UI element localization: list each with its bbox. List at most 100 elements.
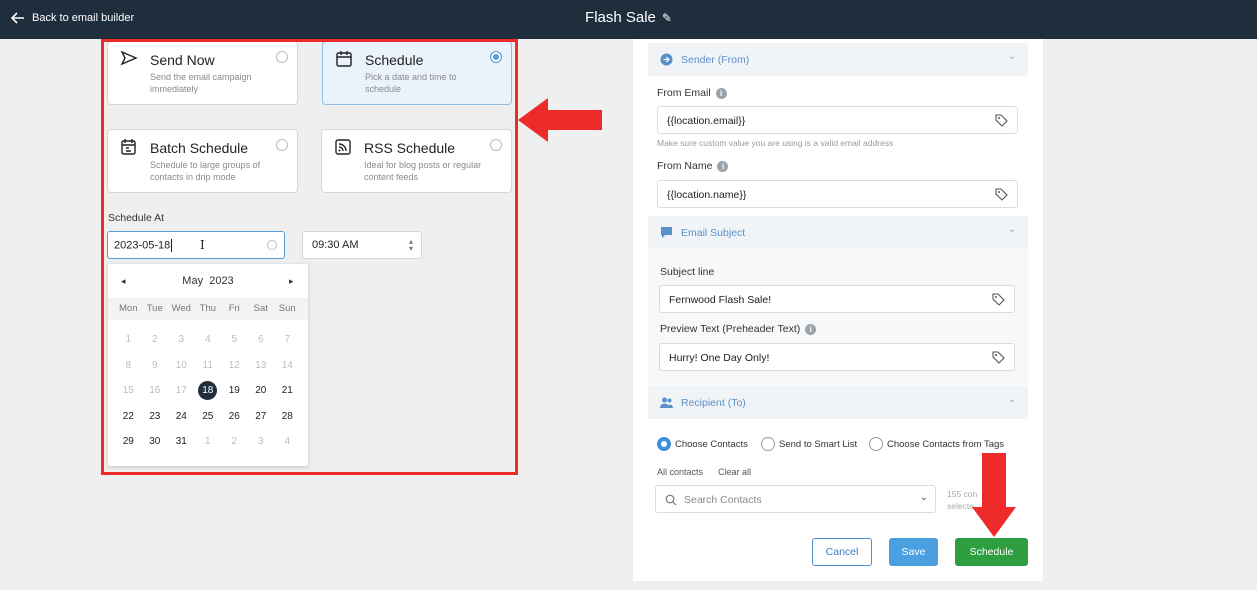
radio-contacts-from-tags[interactable]: Choose Contacts from Tags xyxy=(869,437,1004,451)
tag-icon[interactable] xyxy=(995,114,1008,127)
option-rss-schedule[interactable]: RSS Schedule Ideal for blog posts or reg… xyxy=(321,129,512,193)
radio-selected[interactable] xyxy=(657,437,671,451)
calendar-month[interactable]: May xyxy=(182,275,203,287)
from-name-field[interactable]: {{location.name}} xyxy=(657,180,1018,208)
calendar-day[interactable]: 28 xyxy=(274,407,301,433)
calendar-day[interactable]: 11 xyxy=(195,356,222,382)
calendar-day[interactable]: 26 xyxy=(221,407,248,433)
recipient-section-header[interactable]: Recipient (To) ⌄ xyxy=(648,386,1028,419)
subject-section-header[interactable]: Email Subject ⌄ xyxy=(648,216,1028,249)
calendar-day[interactable]: 1 xyxy=(195,432,222,458)
time-input[interactable]: 09:30 AM ▴ ▾ xyxy=(302,231,422,259)
subject-line-field[interactable]: Fernwood Flash Sale! xyxy=(659,285,1015,313)
from-name-label: From Name i xyxy=(657,160,729,172)
from-email-field[interactable]: {{location.email}} xyxy=(657,106,1018,134)
weekday: Thu xyxy=(199,303,216,314)
all-contacts-link[interactable]: All contacts xyxy=(657,467,703,477)
clear-icon[interactable] xyxy=(267,240,277,250)
calendar-day[interactable]: 30 xyxy=(142,432,169,458)
date-input[interactable]: 2023-05-18 I xyxy=(107,231,285,259)
campaign-name: Flash Sale xyxy=(585,9,656,26)
calendar-day[interactable]: 9 xyxy=(142,356,169,382)
weekday: Wed xyxy=(171,303,191,314)
calendar-day[interactable]: 7 xyxy=(274,330,301,356)
option-radio[interactable] xyxy=(276,139,288,151)
calendar-day[interactable]: 2 xyxy=(221,432,248,458)
from-email-value: {{location.email}} xyxy=(667,115,746,127)
calendar-day[interactable]: 10 xyxy=(168,356,195,382)
option-radio[interactable] xyxy=(276,51,288,63)
calendar-day[interactable]: 15 xyxy=(115,381,142,407)
calendar-day[interactable]: 24 xyxy=(168,407,195,433)
calendar-day[interactable]: 17 xyxy=(168,381,195,407)
calendar-day[interactable]: 16 xyxy=(142,381,169,407)
calendar-day[interactable]: 12 xyxy=(221,356,248,382)
chevron-down-icon[interactable]: ⌄ xyxy=(1008,394,1016,405)
calendar-day[interactable]: 29 xyxy=(115,432,142,458)
calendar-day[interactable]: 5 xyxy=(221,330,248,356)
calendar-day[interactable]: 2 xyxy=(142,330,169,356)
chevron-down-icon[interactable]: ⌄ xyxy=(1008,51,1016,62)
calendar-day[interactable]: 3 xyxy=(168,330,195,356)
calendar-day-selected[interactable]: 18 xyxy=(195,381,222,407)
option-send-now[interactable]: Send Now Send the email campaign immedia… xyxy=(107,41,298,105)
section-title: Recipient (To) xyxy=(681,397,746,409)
chevron-down-icon[interactable]: ⌄ xyxy=(1008,224,1016,235)
search-contacts-select[interactable]: Search Contacts ⌄ xyxy=(655,485,936,513)
search-icon xyxy=(665,494,677,506)
calendar-day[interactable]: 27 xyxy=(248,407,275,433)
tag-icon[interactable] xyxy=(992,351,1005,364)
weekday: Sun xyxy=(278,303,296,314)
schedule-button[interactable]: Schedule xyxy=(955,538,1028,566)
radio-label: Choose Contacts xyxy=(675,438,748,450)
calendar-day[interactable]: 20 xyxy=(248,381,275,407)
subject-line-value: Fernwood Flash Sale! xyxy=(669,294,772,306)
radio-smart-list[interactable]: Send to Smart List xyxy=(761,437,857,451)
calendar-day[interactable]: 23 xyxy=(142,407,169,433)
radio[interactable] xyxy=(869,437,883,451)
calendar-day[interactable]: 4 xyxy=(195,330,222,356)
subject-line-label: Subject line xyxy=(660,266,715,278)
calendar-day[interactable]: 31 xyxy=(168,432,195,458)
pencil-icon[interactable]: ✎ xyxy=(662,11,672,25)
calendar-year[interactable]: 2023 xyxy=(209,275,233,287)
sender-section-header[interactable]: Sender (From) ⌄ xyxy=(648,43,1028,76)
calendar-day[interactable]: 4 xyxy=(274,432,301,458)
tag-icon[interactable] xyxy=(995,188,1008,201)
calendar-day[interactable]: 1 xyxy=(115,330,142,356)
next-month-icon[interactable]: ▸ xyxy=(289,276,294,287)
calendar-day[interactable]: 25 xyxy=(195,407,222,433)
calendar-icon xyxy=(336,51,352,67)
calendar-day[interactable]: 3 xyxy=(248,432,275,458)
cancel-button[interactable]: Cancel xyxy=(812,538,872,566)
option-title: RSS Schedule xyxy=(364,140,456,156)
calendar-day[interactable]: 8 xyxy=(115,356,142,382)
preview-text-field[interactable]: Hurry! One Day Only! xyxy=(659,343,1015,371)
page-title[interactable]: Flash Sale ✎ xyxy=(0,9,1257,26)
weekday: Tue xyxy=(146,303,163,314)
info-icon[interactable]: i xyxy=(805,323,817,335)
calendar-day[interactable]: 21 xyxy=(274,381,301,407)
info-icon[interactable]: i xyxy=(717,160,729,172)
tag-icon[interactable] xyxy=(992,293,1005,306)
radio[interactable] xyxy=(761,437,775,451)
from-name-label-text: From Name xyxy=(657,160,713,172)
save-button[interactable]: Save xyxy=(889,538,938,566)
radio-choose-contacts[interactable]: Choose Contacts xyxy=(657,437,748,451)
calendar-day[interactable]: 6 xyxy=(248,330,275,356)
calendar-day[interactable]: 13 xyxy=(248,356,275,382)
option-schedule[interactable]: Schedule Pick a date and time to schedul… xyxy=(322,41,512,105)
option-radio[interactable] xyxy=(490,139,502,151)
option-batch-schedule[interactable]: Batch Schedule Schedule to large groups … xyxy=(107,129,298,193)
clear-all-link[interactable]: Clear all xyxy=(718,467,751,477)
calendar-day[interactable]: 14 xyxy=(274,356,301,382)
option-desc: Send the email campaign immediately xyxy=(150,72,252,94)
calendar-day[interactable]: 22 xyxy=(115,407,142,433)
weekday: Fri xyxy=(228,303,240,314)
calendar-day[interactable]: 19 xyxy=(221,381,248,407)
option-radio-checked[interactable] xyxy=(490,51,502,63)
info-icon[interactable]: i xyxy=(715,87,727,99)
updown-chevron-icon[interactable]: ▴ ▾ xyxy=(409,238,413,253)
chevron-down-icon[interactable]: ⌄ xyxy=(920,492,928,503)
preview-text-value: Hurry! One Day Only! xyxy=(669,352,770,364)
